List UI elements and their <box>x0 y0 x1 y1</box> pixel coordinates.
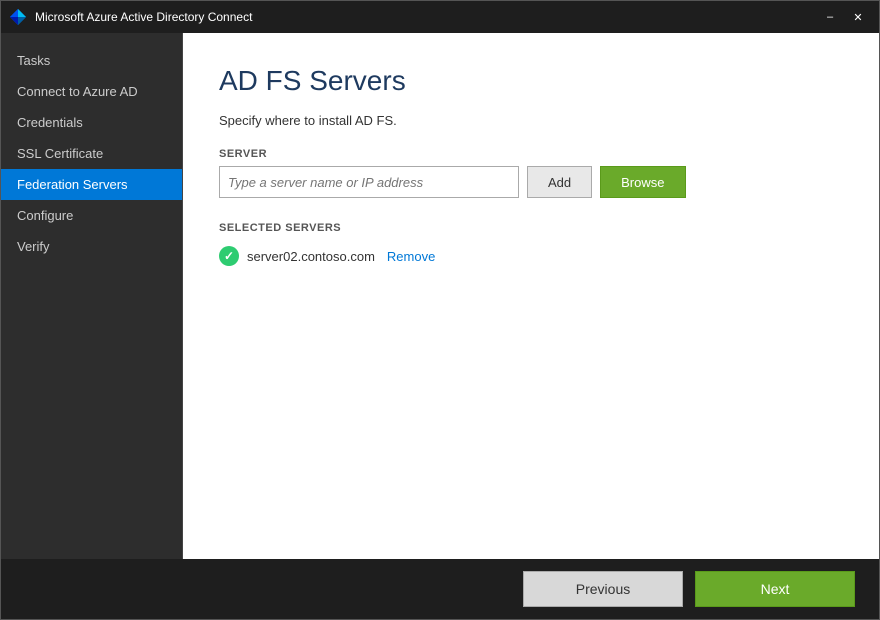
sidebar-item-connect-azure-ad[interactable]: Connect to Azure AD <box>1 76 182 107</box>
window-title: Microsoft Azure Active Directory Connect <box>35 10 817 24</box>
browse-button[interactable]: Browse <box>600 166 685 198</box>
sidebar-item-credentials[interactable]: Credentials <box>1 107 182 138</box>
subtitle: Specify where to install AD FS. <box>219 113 843 128</box>
add-button[interactable]: Add <box>527 166 592 198</box>
selected-servers-label: SELECTED SERVERS <box>219 222 843 234</box>
check-icon <box>219 246 239 266</box>
previous-button[interactable]: Previous <box>523 571 683 607</box>
sidebar-item-federation-servers[interactable]: Federation Servers <box>1 169 182 200</box>
window-controls: – ✕ <box>817 7 871 27</box>
title-bar: Microsoft Azure Active Directory Connect… <box>1 1 879 33</box>
main-content: AD FS Servers Specify where to install A… <box>183 33 879 559</box>
content-area: Tasks Connect to Azure AD Credentials SS… <box>1 33 879 559</box>
server-name: server02.contoso.com <box>247 249 375 264</box>
sidebar-item-verify[interactable]: Verify <box>1 231 182 262</box>
close-button[interactable]: ✕ <box>845 7 871 27</box>
footer: Previous Next <box>1 559 879 619</box>
server-label: SERVER <box>219 148 843 160</box>
server-input-row: Add Browse <box>219 166 843 198</box>
server-input[interactable] <box>219 166 519 198</box>
minimize-button[interactable]: – <box>817 7 843 27</box>
sidebar-item-ssl-certificate[interactable]: SSL Certificate <box>1 138 182 169</box>
sidebar: Tasks Connect to Azure AD Credentials SS… <box>1 33 183 559</box>
server-entry: server02.contoso.com Remove <box>219 246 843 266</box>
sidebar-item-tasks[interactable]: Tasks <box>1 45 182 76</box>
application-window: Microsoft Azure Active Directory Connect… <box>0 0 880 620</box>
next-button[interactable]: Next <box>695 571 855 607</box>
remove-link[interactable]: Remove <box>387 249 435 264</box>
sidebar-item-configure[interactable]: Configure <box>1 200 182 231</box>
page-title: AD FS Servers <box>219 65 843 97</box>
app-icon <box>9 8 27 26</box>
